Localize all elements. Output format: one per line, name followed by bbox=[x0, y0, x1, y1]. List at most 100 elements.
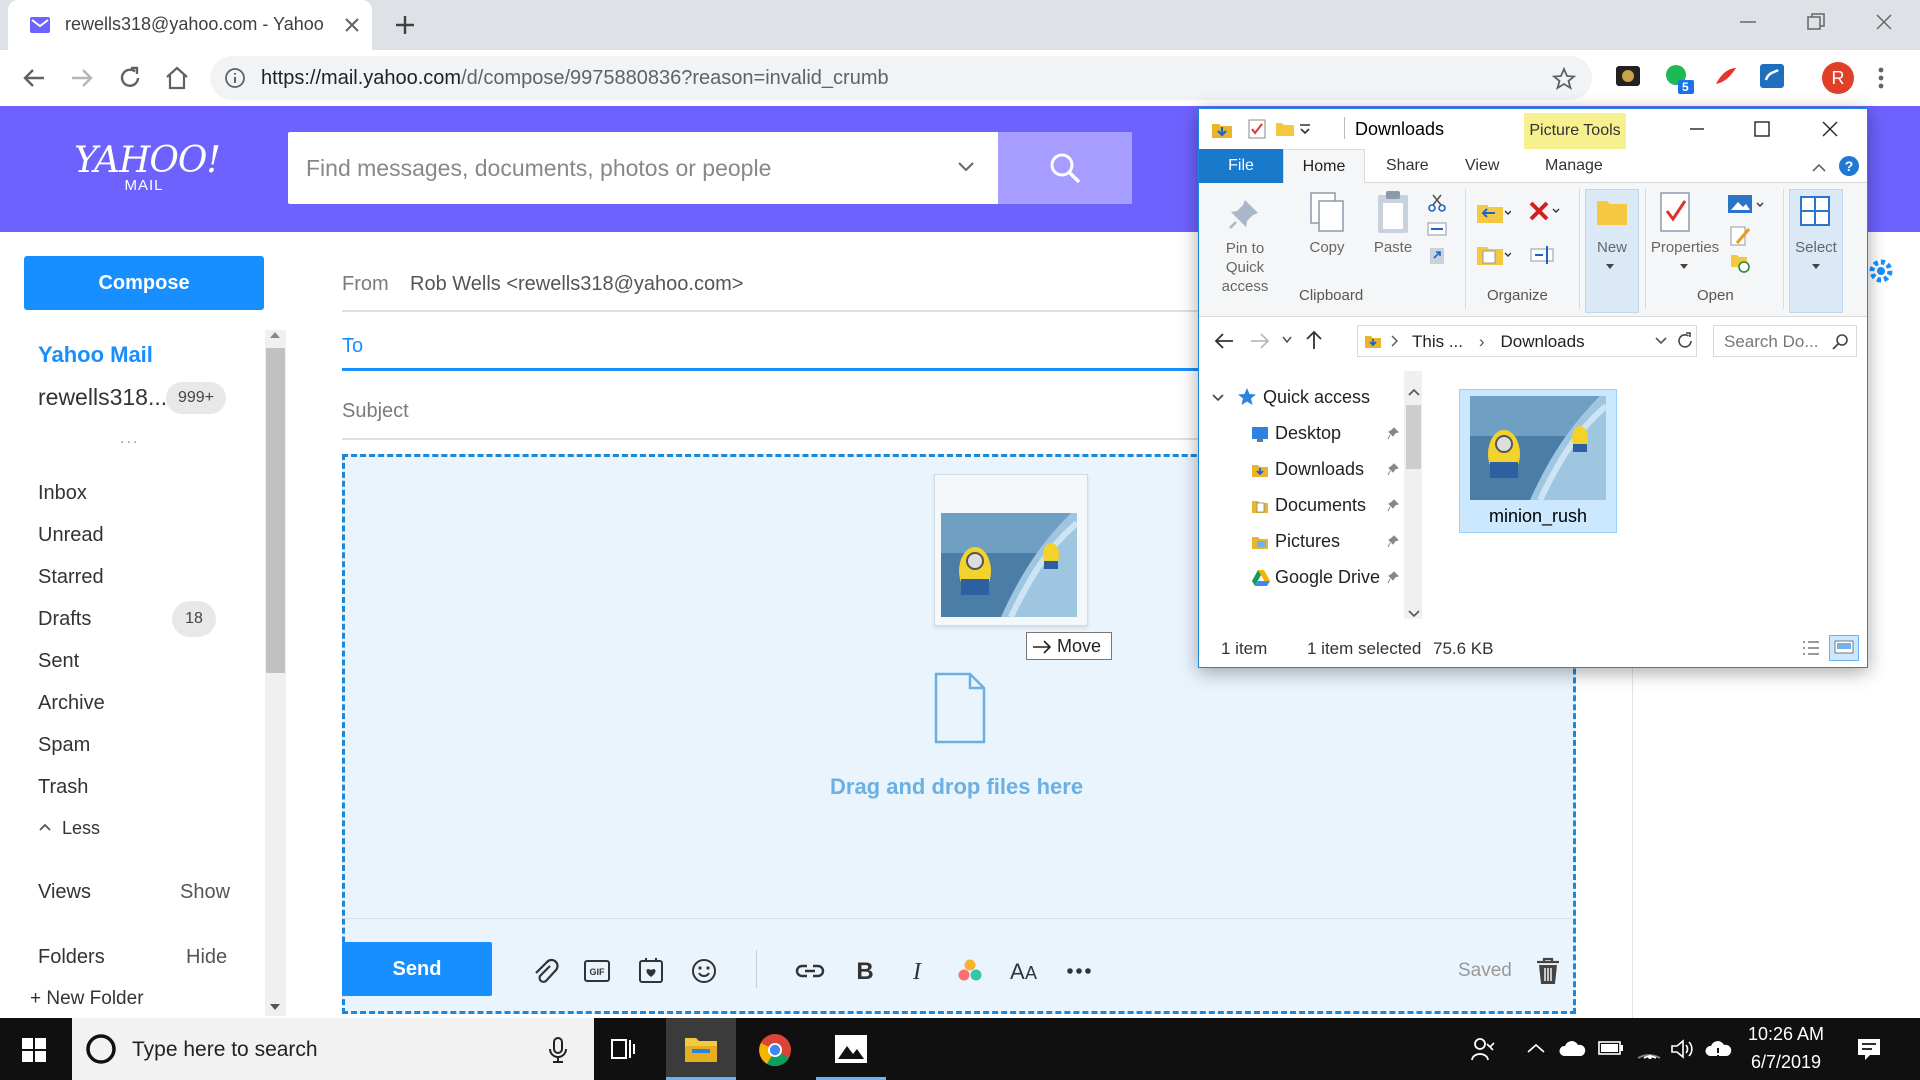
bold-icon[interactable]: B bbox=[850, 956, 880, 986]
folder-drafts[interactable]: Drafts bbox=[38, 608, 91, 631]
yahoo-mail-logo[interactable]: YAHOO! MAIL bbox=[74, 140, 221, 194]
expand-chevron-icon[interactable] bbox=[1211, 393, 1225, 403]
taskbar-clock-date[interactable]: 6/7/2019 bbox=[1736, 1052, 1836, 1073]
italic-icon[interactable]: I bbox=[902, 956, 932, 986]
chrome-taskbar-icon[interactable] bbox=[758, 1033, 792, 1067]
file-item-minion-rush[interactable]: minion_rush bbox=[1459, 389, 1617, 533]
insert-link-icon[interactable] bbox=[794, 956, 826, 986]
copy-button[interactable]: Copy bbox=[1303, 239, 1351, 256]
new-tab-icon[interactable] bbox=[392, 12, 418, 38]
pin-to-quick-access-button[interactable]: Pin to Quick access bbox=[1205, 239, 1285, 296]
tree-desktop[interactable]: Desktop bbox=[1275, 423, 1341, 444]
open-icon[interactable] bbox=[1727, 193, 1765, 217]
new-button[interactable]: New bbox=[1589, 239, 1635, 256]
font-size-icon[interactable]: AA bbox=[1008, 956, 1042, 986]
refresh-icon[interactable] bbox=[1676, 332, 1694, 350]
address-bar[interactable]: https://mail.yahoo.com/d/compose/9975880… bbox=[210, 56, 1592, 100]
copy-path-icon[interactable] bbox=[1427, 221, 1447, 237]
taskbar-search-box[interactable]: Type here to search bbox=[72, 1018, 594, 1080]
large-icons-view-icon[interactable] bbox=[1829, 635, 1859, 661]
wifi-icon[interactable] bbox=[1636, 1036, 1662, 1060]
collapse-ribbon-chevron-icon[interactable] bbox=[1811, 161, 1827, 173]
help-icon[interactable]: ? bbox=[1839, 156, 1859, 176]
attach-paperclip-icon[interactable] bbox=[530, 956, 560, 986]
quick-properties-icon[interactable] bbox=[1247, 119, 1267, 139]
forward-icon[interactable] bbox=[68, 64, 96, 92]
tab-view[interactable]: View bbox=[1465, 157, 1499, 175]
paste-shortcut-icon[interactable] bbox=[1427, 245, 1447, 265]
bookmark-star-icon[interactable] bbox=[1552, 67, 1576, 91]
home-icon[interactable] bbox=[163, 64, 191, 92]
window-close-icon[interactable] bbox=[1872, 10, 1896, 34]
select-button[interactable]: Select bbox=[1789, 239, 1843, 256]
explorer-address-bar[interactable]: This ... › Downloads bbox=[1357, 325, 1697, 357]
scroll-down-arrow-icon[interactable] bbox=[269, 1002, 281, 1012]
quick-new-folder-icon[interactable] bbox=[1275, 119, 1295, 139]
views-show-link[interactable]: Show bbox=[180, 881, 230, 904]
search-options-chevron-icon[interactable] bbox=[956, 160, 976, 174]
onedrive-cloud-icon[interactable] bbox=[1558, 1040, 1586, 1058]
more-options-icon[interactable] bbox=[1064, 956, 1094, 986]
emoji-icon[interactable] bbox=[689, 956, 719, 986]
pin-icon[interactable] bbox=[1227, 197, 1261, 231]
new-folder-link[interactable]: + New Folder bbox=[30, 988, 144, 1010]
send-button[interactable]: Send bbox=[342, 942, 492, 996]
action-center-icon[interactable] bbox=[1856, 1036, 1882, 1062]
restore-icon[interactable] bbox=[1804, 10, 1828, 34]
delete-icon[interactable] bbox=[1527, 199, 1563, 225]
back-icon[interactable] bbox=[20, 64, 48, 92]
paste-icon[interactable] bbox=[1375, 189, 1411, 235]
onedrive-sync-icon[interactable] bbox=[1704, 1038, 1732, 1060]
properties-dropdown-icon[interactable] bbox=[1679, 263, 1689, 271]
recent-locations-chevron-icon[interactable] bbox=[1281, 335, 1293, 345]
copy-icon[interactable] bbox=[1307, 191, 1347, 235]
history-icon[interactable] bbox=[1729, 251, 1751, 273]
reload-icon[interactable] bbox=[116, 64, 144, 92]
tree-google-drive[interactable]: Google Drive bbox=[1275, 567, 1380, 588]
show-hidden-icons-chevron-icon[interactable] bbox=[1526, 1042, 1546, 1054]
folder-spam[interactable]: Spam bbox=[38, 734, 90, 757]
select-dropdown-icon[interactable] bbox=[1811, 263, 1821, 271]
up-folder-icon[interactable] bbox=[1303, 329, 1325, 351]
microphone-icon[interactable] bbox=[548, 1036, 568, 1064]
volume-icon[interactable] bbox=[1670, 1038, 1696, 1060]
select-all-icon[interactable] bbox=[1799, 195, 1831, 227]
tab-close-icon[interactable] bbox=[340, 13, 364, 37]
text-color-icon[interactable] bbox=[955, 956, 985, 986]
new-dropdown-icon[interactable] bbox=[1605, 263, 1615, 271]
nav-scroll-down-icon[interactable] bbox=[1408, 609, 1420, 619]
scroll-up-arrow-icon[interactable] bbox=[269, 330, 281, 340]
address-dropdown-chevron-icon[interactable] bbox=[1654, 336, 1668, 346]
breadcrumb[interactable]: This ... › Downloads bbox=[1412, 332, 1585, 352]
properties-button[interactable]: Properties bbox=[1647, 239, 1723, 256]
breadcrumb-downloads[interactable]: Downloads bbox=[1500, 332, 1584, 351]
account-more-dots[interactable]: ... bbox=[120, 430, 139, 448]
stationery-icon[interactable] bbox=[636, 956, 666, 986]
browser-tab[interactable]: rewells318@yahoo.com - Yahoo Mail bbox=[8, 0, 372, 50]
from-value[interactable]: Rob Wells <rewells318@yahoo.com> bbox=[410, 273, 743, 296]
move-to-icon[interactable] bbox=[1475, 199, 1511, 227]
folder-archive[interactable]: Archive bbox=[38, 692, 105, 715]
customize-toolbar-chevron-icon[interactable] bbox=[1299, 123, 1311, 135]
file-explorer-window[interactable]: Downloads Picture Tools File Home Share … bbox=[1198, 108, 1868, 668]
explorer-minimize-icon[interactable] bbox=[1689, 121, 1705, 137]
to-input-underline[interactable] bbox=[342, 368, 1202, 371]
gif-icon[interactable]: GIF bbox=[582, 956, 612, 986]
tab-manage[interactable]: Manage bbox=[1545, 157, 1603, 175]
compose-button[interactable]: Compose bbox=[24, 256, 264, 310]
account-email[interactable]: rewells318... bbox=[38, 384, 167, 411]
tree-documents[interactable]: Documents bbox=[1275, 495, 1366, 516]
explorer-close-icon[interactable] bbox=[1821, 120, 1839, 138]
explorer-maximize-icon[interactable] bbox=[1753, 120, 1771, 138]
breadcrumb-this-pc[interactable]: This ... bbox=[1412, 332, 1463, 351]
battery-icon[interactable] bbox=[1598, 1040, 1624, 1056]
task-view-icon[interactable] bbox=[610, 1036, 638, 1062]
browser-menu-icon[interactable] bbox=[1876, 64, 1886, 92]
remote-extension-icon[interactable] bbox=[1758, 62, 1786, 90]
settings-gear-icon[interactable] bbox=[1866, 256, 1896, 286]
cut-icon[interactable] bbox=[1427, 193, 1447, 213]
paste-button[interactable]: Paste bbox=[1367, 239, 1419, 256]
folder-sent[interactable]: Sent bbox=[38, 650, 79, 673]
folders-hide-link[interactable]: Hide bbox=[186, 946, 227, 969]
address-url[interactable]: https://mail.yahoo.com/d/compose/9975880… bbox=[261, 67, 889, 90]
